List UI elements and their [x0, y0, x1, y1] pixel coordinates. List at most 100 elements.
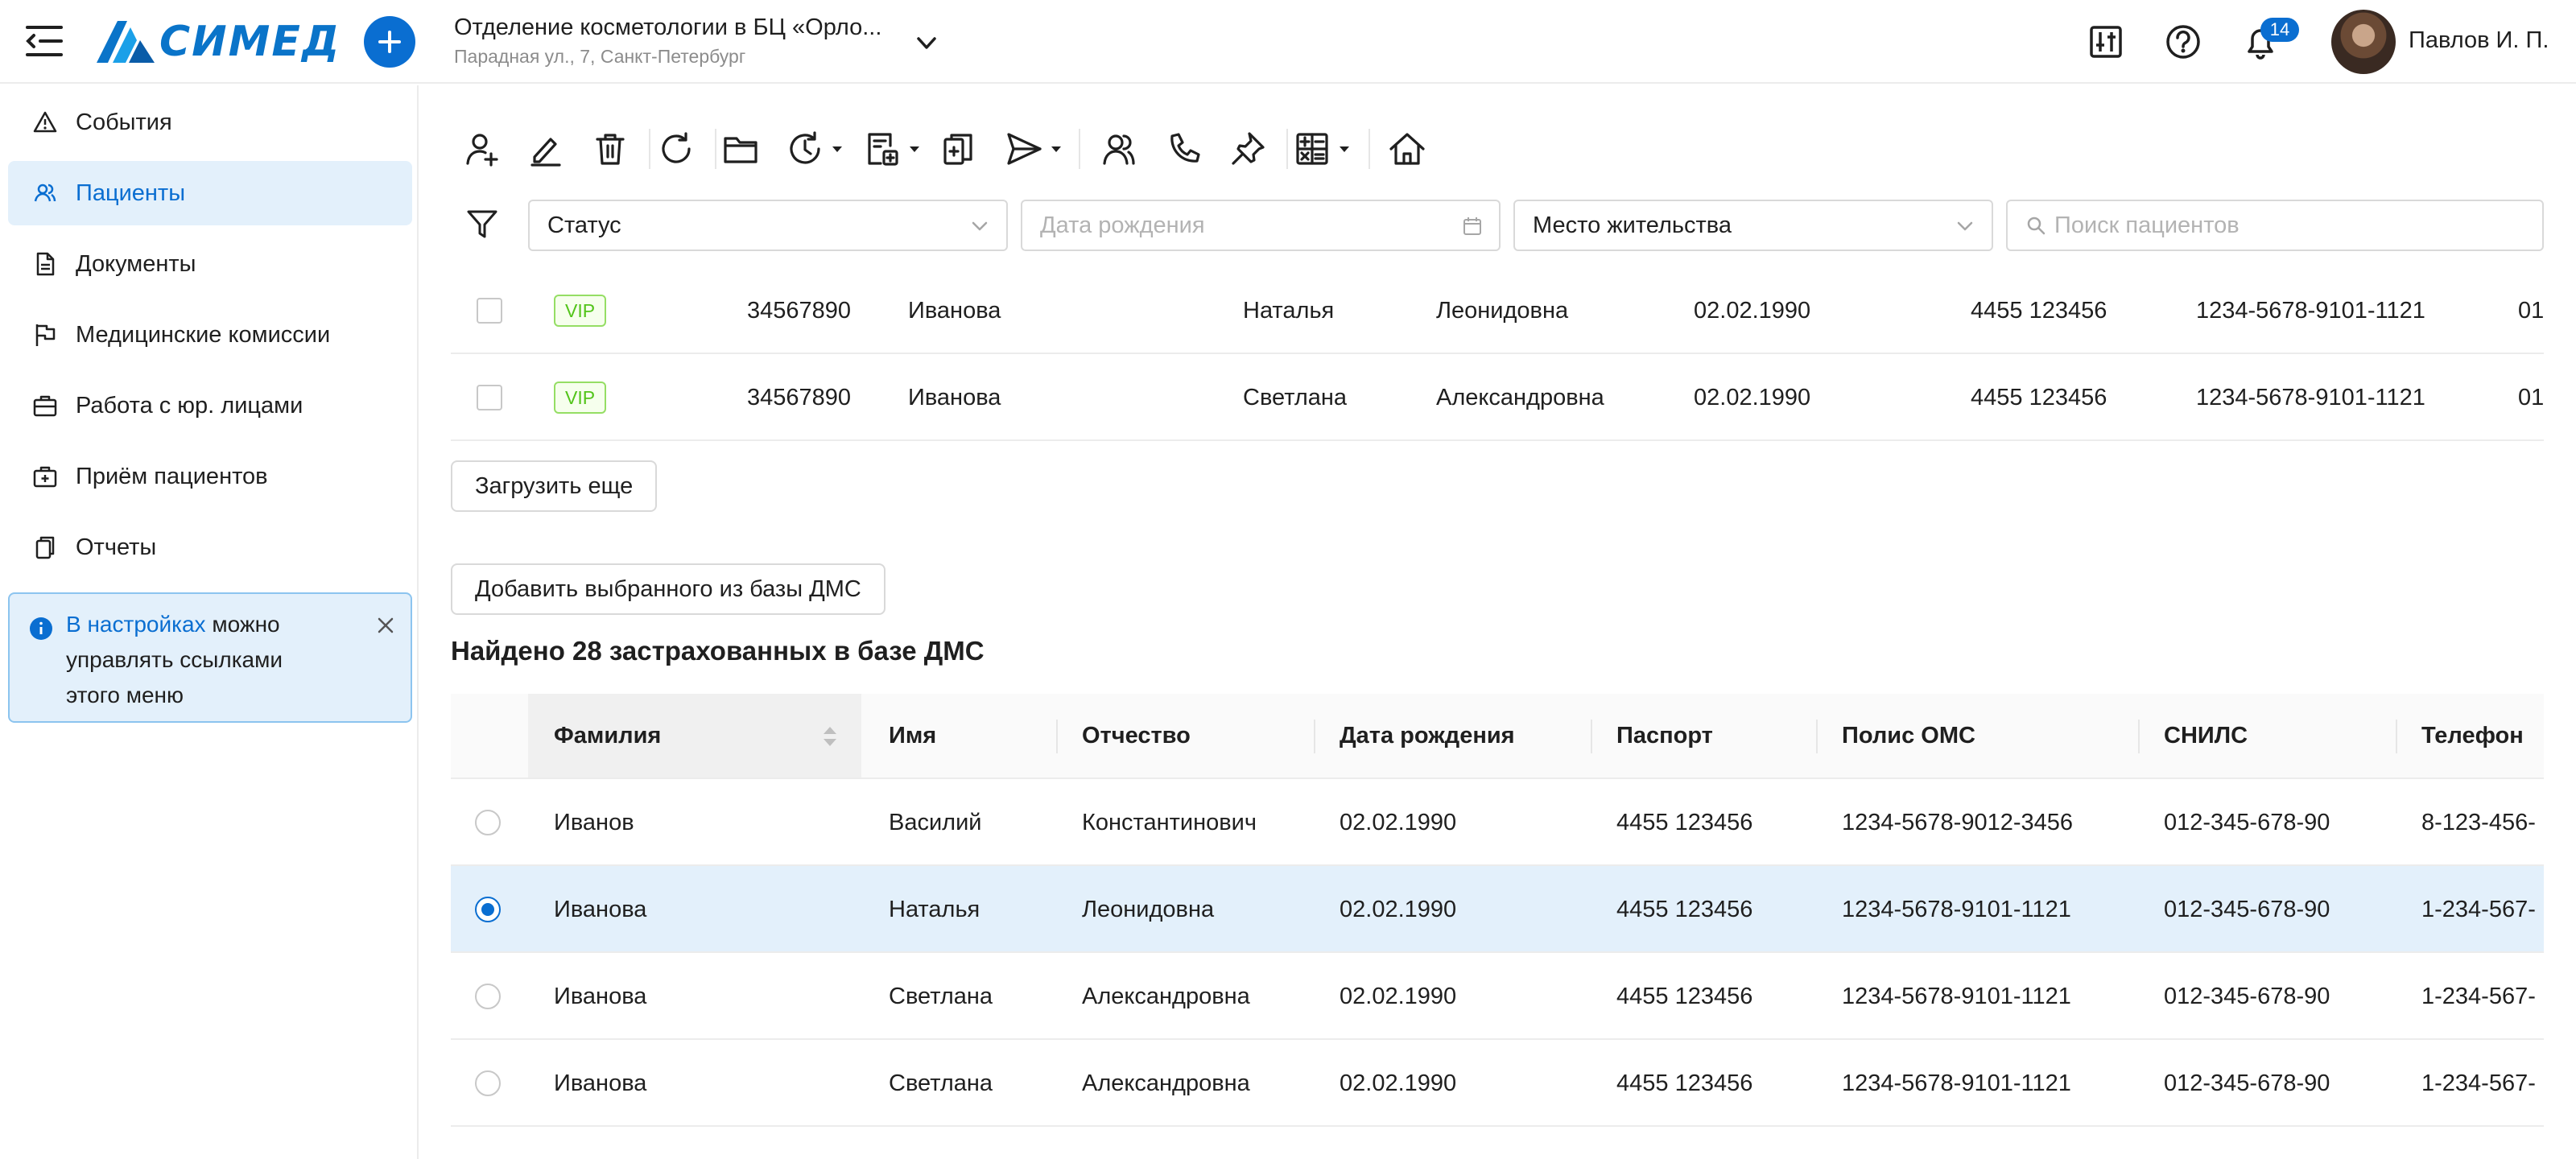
search-icon — [2027, 217, 2046, 235]
add-patient-button[interactable] — [462, 129, 501, 169]
sidebar-item-patients[interactable]: Пациенты — [8, 161, 412, 225]
patient-middle-name: Александровна — [1436, 385, 1604, 410]
column-divider — [1056, 720, 1058, 753]
call-button[interactable] — [1164, 129, 1203, 169]
close-icon[interactable] — [374, 613, 398, 637]
medical-bag-icon — [33, 466, 57, 488]
trash-icon — [596, 134, 625, 165]
home-button[interactable] — [1388, 129, 1426, 169]
dms-phone: 1-234-567- — [2421, 1070, 2536, 1096]
folder-button[interactable] — [721, 129, 760, 169]
chevron-down-icon — [1957, 221, 1973, 231]
column-header-last-name[interactable]: Фамилия — [554, 694, 661, 777]
chevron-down-icon — [972, 221, 988, 231]
hint-text: В настройках можно управлять ссылками эт… — [66, 607, 332, 713]
logo[interactable]: СИМЕД — [95, 18, 341, 66]
add-button[interactable] — [364, 16, 415, 68]
dms-table-row[interactable]: Иванов Василий Константинович 02.02.1990… — [451, 779, 2544, 866]
dms-passport: 4455 123456 — [1616, 897, 1753, 922]
filter-icon[interactable] — [465, 208, 499, 241]
birth-date-placeholder: Дата рождения — [1040, 212, 1205, 238]
calculator-menu-button[interactable] — [1293, 129, 1351, 169]
status-select[interactable]: Статус — [528, 200, 1008, 251]
user-name[interactable]: Павлов И. П. — [2409, 27, 2549, 54]
users-icon — [1103, 134, 1135, 165]
column-header-phone[interactable]: Телефон — [2421, 694, 2524, 777]
dms-table-row-selected[interactable]: Иванова Наталья Леонидовна 02.02.1990 44… — [451, 866, 2544, 953]
clipboard-button[interactable] — [940, 129, 979, 169]
patients-icon — [34, 184, 56, 202]
sidebar: События Пациенты Документы Медицинские к… — [0, 85, 419, 1159]
sidebar-item-label: События — [76, 109, 172, 135]
row-radio[interactable] — [475, 1070, 501, 1096]
medical-record-icon — [868, 133, 898, 166]
patient-policy: 1234-5678-9101-1121 — [2196, 298, 2425, 324]
patient-middle-name: Леонидовна — [1436, 298, 1569, 324]
chevron-down-icon[interactable] — [914, 31, 939, 55]
residence-select-value: Место жительства — [1533, 212, 1732, 238]
column-header-first-name[interactable]: Имя — [889, 694, 936, 777]
sidebar-item-documents[interactable]: Документы — [8, 232, 412, 296]
sidebar-item-reports[interactable]: Отчеты — [8, 515, 412, 580]
dms-snils: 012-345-678-90 — [2164, 984, 2330, 1009]
dms-phone: 8-123-456- — [2421, 810, 2536, 835]
clipboard-plus-icon — [943, 134, 972, 165]
dms-table-row[interactable]: Иванова Светлана Александровна 02.02.199… — [451, 953, 2544, 1040]
load-more-button[interactable]: Загрузить еще — [451, 460, 658, 512]
residence-select[interactable]: Место жительства — [1513, 200, 1993, 251]
records-menu-button[interactable] — [863, 129, 921, 169]
row-radio[interactable] — [475, 984, 501, 1009]
dms-policy: 1234-5678-9012-3456 — [1842, 810, 2074, 835]
briefcase-icon — [33, 395, 57, 417]
help-icon[interactable] — [2164, 23, 2202, 61]
sort-icon[interactable] — [821, 724, 839, 749]
pin-button[interactable] — [1228, 129, 1267, 169]
column-divider — [1314, 720, 1315, 753]
calendar-icon — [1463, 217, 1481, 235]
column-header-policy[interactable]: Полис ОМС — [1842, 694, 1975, 777]
add-from-dms-button[interactable]: Добавить выбранного из базы ДМС — [451, 563, 886, 615]
caret-down-icon — [1051, 146, 1061, 152]
sidebar-item-label: Документы — [76, 250, 196, 277]
dms-snils: 012-345-678-90 — [2164, 897, 2330, 922]
history-menu-button[interactable] — [786, 129, 844, 169]
dms-policy: 1234-5678-9101-1121 — [1842, 897, 2071, 922]
column-header-passport[interactable]: Паспорт — [1616, 694, 1713, 777]
column-header-birth-date[interactable]: Дата рождения — [1340, 694, 1515, 777]
vip-badge: VIP — [554, 295, 607, 327]
birth-date-picker[interactable]: Дата рождения — [1021, 200, 1501, 251]
row-radio-checked[interactable] — [475, 897, 501, 922]
settings-link[interactable]: В настройках — [66, 612, 206, 637]
dms-table-row[interactable]: Иванова Светлана Александровна 02.02.199… — [451, 1040, 2544, 1127]
table-row[interactable]: VIP 34567890 Иванова Светлана Александро… — [451, 354, 2544, 441]
patient-search[interactable] — [2006, 200, 2544, 251]
avatar[interactable] — [2331, 10, 2396, 74]
sidebar-item-reception[interactable]: Приём пациентов — [8, 444, 412, 509]
send-icon — [1007, 133, 1042, 165]
patient-passport: 4455 123456 — [1971, 385, 2107, 410]
sidebar-item-events[interactable]: События — [8, 90, 412, 155]
caret-down-icon — [910, 146, 919, 152]
pencil-icon — [530, 138, 561, 167]
refresh-button[interactable] — [657, 129, 696, 169]
row-radio[interactable] — [475, 810, 501, 835]
sidebar-item-label: Медицинские комиссии — [76, 321, 331, 348]
column-header-snils[interactable]: СНИЛС — [2164, 694, 2248, 777]
column-header-middle-name[interactable]: Отчество — [1082, 694, 1191, 777]
edit-button[interactable] — [526, 129, 565, 169]
info-icon — [30, 617, 52, 640]
table-row[interactable]: VIP 34567890 Иванова Наталья Леонидовна … — [451, 267, 2544, 354]
menu-collapse-icon[interactable] — [24, 23, 64, 60]
contacts-button[interactable] — [1100, 129, 1138, 169]
send-menu-button[interactable] — [1005, 129, 1063, 169]
row-checkbox[interactable] — [477, 298, 502, 324]
sidebar-item-legal-entities[interactable]: Работа с юр. лицами — [8, 373, 412, 438]
caret-down-icon — [832, 146, 842, 152]
sidebar-item-commissions[interactable]: Медицинские комиссии — [8, 303, 412, 367]
settings-sliders-icon[interactable] — [2087, 23, 2125, 61]
delete-button[interactable] — [591, 129, 630, 169]
department-selector[interactable]: Отделение косметологии в БЦ «Орло... Пар… — [454, 14, 881, 68]
search-input[interactable] — [2054, 212, 2505, 239]
row-checkbox[interactable] — [477, 385, 502, 410]
add-user-icon — [466, 134, 498, 167]
